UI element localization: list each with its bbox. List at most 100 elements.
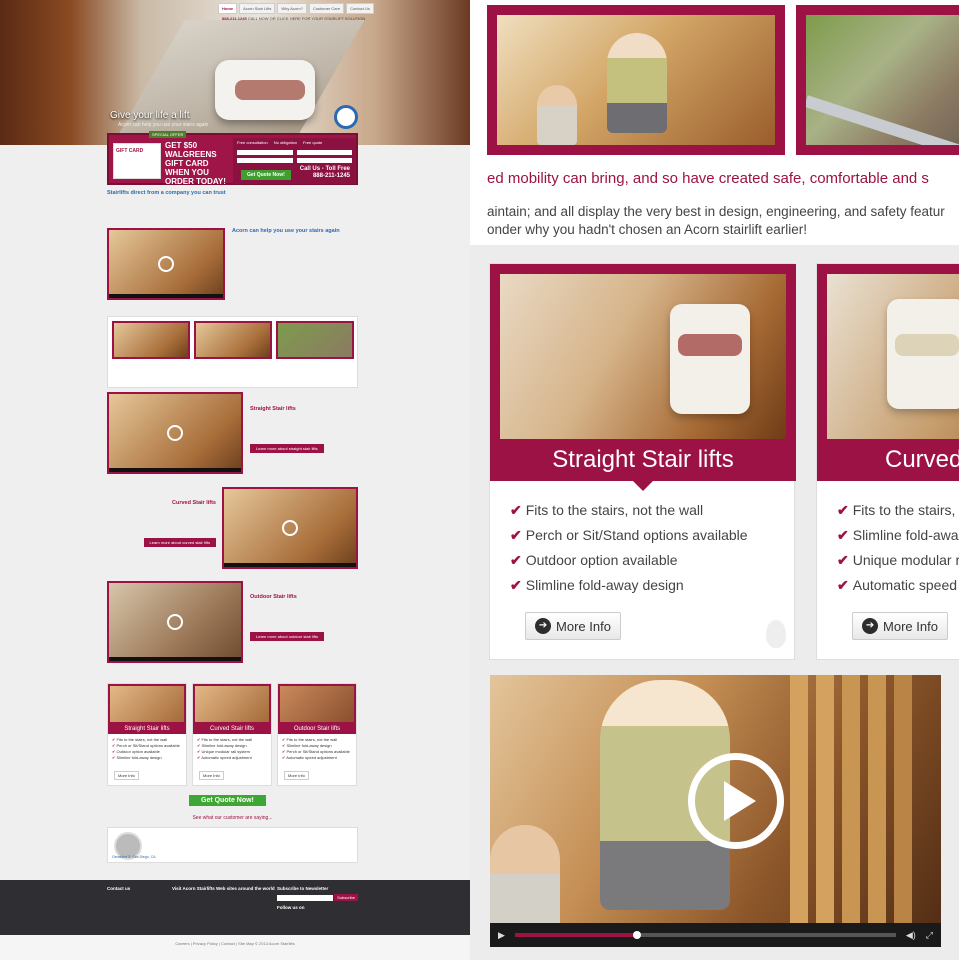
seat-image [678,334,742,356]
play-icon[interactable] [167,614,183,630]
product-image-frame [817,264,959,449]
video-scrubber[interactable] [632,931,641,939]
feature-list: ✔ Fits to the stairs, n ✔ Slimline fold-aw… [837,502,959,602]
video-progress-bar[interactable] [514,931,896,939]
more-info-label: More Info [556,618,611,634]
product-label: Curved Stair lifts [193,724,271,734]
play-icon[interactable] [282,520,298,536]
gallery-image [276,321,354,359]
feature-item: Automatic speed adjustment [197,755,267,761]
outdoor-section: Outdoor Stair lifts Learn more about outd… [250,594,358,641]
feature-item: ✔ Fits to the stairs, n [837,502,959,527]
product-image [278,684,356,724]
testimonial-box: Geraldine S, San Diego, CA [107,827,358,863]
curved-learn-button[interactable]: Learn more about curved stair lifts [143,538,216,547]
hero-title: Give your life a lift [110,110,190,121]
more-info-button[interactable]: ➔ More Info [525,612,621,640]
feature-text: Perch or Sit/Stand options available [525,527,748,543]
form-row [237,158,352,163]
email-field[interactable] [237,158,293,163]
check-icon: ✔ [837,527,849,543]
name-field[interactable] [237,150,293,155]
play-triangle [724,781,756,821]
feature-item: ✔ Fits to the stairs, not the wall [510,502,748,527]
seat-image [895,334,959,356]
more-info-button[interactable]: More Info [284,771,309,780]
header-phone-text: CALL NOW OR CLICK HERE FOR YOUR STAIRLIF… [247,16,366,21]
outdoor-video-thumb[interactable] [107,581,243,663]
product-image-frame [490,264,796,449]
newsletter-email-input[interactable] [277,894,333,901]
banister-image [790,675,808,947]
nav-home[interactable]: Home [218,3,238,14]
straight-video-thumb[interactable] [107,392,243,474]
more-info-button[interactable]: ➔ More Info [852,612,948,640]
intro-section: Stairlifts direct from a company you can… [107,190,277,198]
body-line-1: aintain; and all display the very best i… [487,204,945,219]
feature-item: ✔ Automatic speed [837,577,959,602]
photo-woman [607,33,667,133]
special-offer-banner: SPECIAL OFFER GIFT CARD GET $50 WALGREEN… [107,131,358,186]
feature-text: Outdoor option available [525,552,678,568]
nav-why-acorn[interactable]: Why Acorn? [277,3,307,14]
feature-text: Automatic speed [852,577,958,593]
subscribe-button[interactable]: Subscribe [334,894,358,901]
gallery-image [194,321,272,359]
nav-stair-lifts[interactable]: Acorn Stair Lifts [239,3,276,14]
check-icon: ✔ [510,502,522,518]
feature-item: ✔ Unique modular r [837,552,959,577]
zip-field[interactable] [296,158,352,163]
more-info-label: More Info [883,618,938,634]
more-info-button[interactable]: More Info [199,771,224,780]
play-icon[interactable] [158,256,174,272]
feature-item: ✔ Outdoor option available [510,552,748,577]
video-controls [109,294,223,298]
feature-item: ✔ Slimline fold-away design [510,577,748,602]
trust-seal-icon [334,105,358,129]
call-label: Call Us - Toll Free [299,166,350,172]
testimonial-heading: See what our customer are saying... [192,815,273,821]
hero-subtitle: Acorn can help you use your stairs again [118,122,209,128]
video-section: Acorn can help you use your stairs again [232,228,358,236]
get-quote-button[interactable]: Get Quote Now! [241,170,291,180]
product-label: Straight Stair lifts [108,724,186,734]
benefit-item: Free quote [303,140,323,145]
intro-video-thumb[interactable] [107,228,225,300]
hero-banner: Home Acorn Stair Lifts Why Acorn? Custom… [0,0,470,145]
video-player[interactable]: ▶ ◀) ⤢ [490,675,941,947]
straight-learn-button[interactable]: Learn more about straight stair lifts [250,444,324,453]
get-quote-now-button[interactable]: Get Quote Now! [189,795,266,806]
gallery-photo-outdoor [796,5,959,155]
nav-customer-care[interactable]: Customer Care [308,3,345,14]
offer-promo-text: GET $50 WALGREENS GIFT CARD WHEN YOU ORD… [165,141,226,186]
acorn-watermark-icon [766,620,786,648]
product-label: Outdoor Stair lifts [278,724,356,734]
phone-field[interactable] [296,150,352,155]
video-controls [109,468,241,472]
fullscreen-icon[interactable]: ⤢ [926,930,933,941]
volume-icon[interactable]: ◀) [906,930,916,941]
header-phone[interactable]: 888-211-1245 CALL NOW OR CLICK HERE FOR … [222,16,365,21]
play-small-icon[interactable]: ▶ [498,930,505,941]
play-icon[interactable] [167,425,183,441]
outdoor-learn-button[interactable]: Learn more about outdoor stair lifts [250,632,325,641]
arrow-right-icon: ➔ [535,618,552,634]
footer-sites: Visit Acorn Stairlifts Web sites around … [172,886,275,894]
main-nav: Home Acorn Stair Lifts Why Acorn? Custom… [218,3,374,14]
gallery-strip [107,316,358,388]
curved-video-thumb[interactable] [222,487,358,569]
product-image [193,684,271,724]
nav-contact-us[interactable]: Contact Us [346,3,374,14]
photo-man [537,85,577,145]
product-card-outdoor: Outdoor Stair lifts Fits to the stairs, … [277,683,357,786]
feature-item: Automatic speed adjustment [282,755,352,761]
intro-copy: ed mobility can bring, and so have creat… [487,170,959,239]
more-info-button[interactable]: More Info [114,771,139,780]
play-icon[interactable] [688,753,784,849]
intro-title: Stairlifts direct from a company you can… [107,190,226,196]
feature-list: Fits to the stairs, not the wall Slimlin… [278,734,356,764]
check-icon: ✔ [837,552,849,568]
call-number[interactable]: 888-211-1245 [313,173,350,179]
form-row [237,150,352,155]
product-card-straight: Straight Stair lifts ✔ Fits to the stairs… [489,263,796,660]
